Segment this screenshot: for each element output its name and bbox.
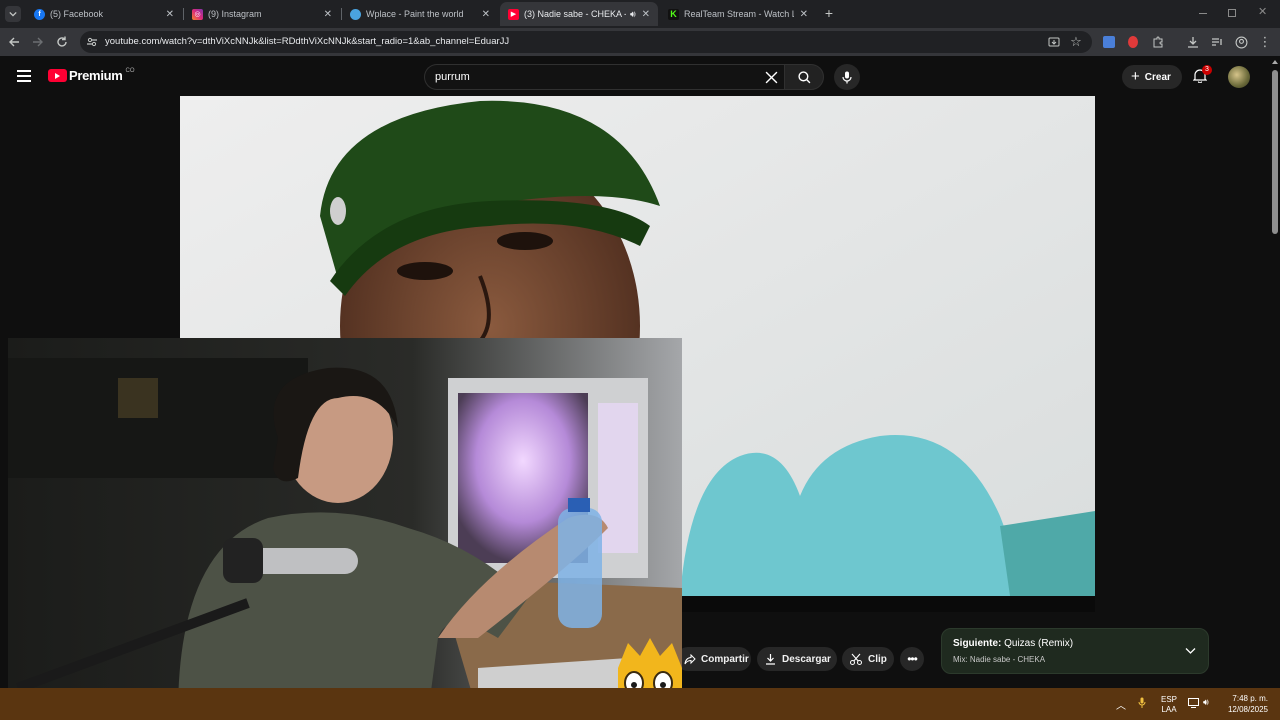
language-indicator[interactable]: ESP LAA [1161,695,1177,715]
close-icon[interactable]: ✕ [642,9,650,20]
share-icon [684,653,696,664]
clip-label: Clip [868,653,887,665]
create-label: Crear [1144,71,1171,83]
site-info-icon[interactable] [84,34,100,50]
more-horizontal-icon: ••• [907,652,918,666]
close-icon[interactable]: ✕ [800,9,808,20]
media-control-icon[interactable] [1209,34,1225,50]
clear-search-icon[interactable] [765,71,778,84]
speaker-icon[interactable]: 🔊︎ [630,9,636,20]
lang-bottom: LAA [1161,705,1177,714]
scrollbar-up-arrow[interactable] [1272,60,1278,64]
next-subtitle: Mix: Nadie sabe - CHEKA [953,655,1046,664]
youtube-logo[interactable]: Premium CO [48,68,135,83]
chevron-down-icon[interactable] [1185,647,1196,655]
lang-top: ESP [1161,695,1178,704]
tab-title: (9) Instagram [208,9,262,19]
webcam-video-image [8,338,682,714]
next-title: Quizas (Remix) [1004,638,1074,649]
logo-text: Premium [69,68,123,83]
download-icon [766,654,775,665]
download-label: Descargar [782,653,831,665]
clock[interactable]: 7:48 p. m. 12/08/2025 [1224,693,1268,715]
clock-date: 12/08/2025 [1227,705,1268,714]
browser-tab-strip: f (5) Facebook ✕ ◎ (9) Instagram ✕ Wplac… [0,0,1280,28]
kick-icon: K [668,8,679,20]
tab-title: RealTeam Stream - Watch Live [684,9,794,19]
search-text: purrum [435,71,470,83]
translate-extension-icon[interactable] [1101,34,1117,50]
more-actions-button[interactable]: ••• [900,647,924,671]
url-text: youtube.com/watch?v=dthViXcNNJk&list=RDd… [105,36,510,47]
new-tab-button[interactable]: + [821,5,837,21]
logo-region: CO [125,67,135,74]
instagram-icon: ◎ [192,8,203,20]
forward-arrow-icon[interactable] [30,34,46,50]
next-video-card[interactable]: Siguiente: Quizas (Remix) Mix: Nadie sab… [941,628,1209,674]
minimize-button[interactable] [1196,6,1210,20]
microphone-icon [842,71,852,83]
webcam-overlay [8,338,682,714]
search-button[interactable] [784,64,824,90]
maximize-button[interactable] [1228,9,1236,17]
tab-search-button[interactable] [5,6,21,22]
page-scrollbar[interactable] [1270,56,1280,688]
tab-title: (5) Facebook [50,9,104,19]
tab-title: (3) Nadie sabe - CHEKA - Y [524,9,626,19]
youtube-play-icon [48,69,67,82]
chevron-down-icon [9,11,17,17]
windows-taskbar [0,688,1280,720]
tab-title: Wplace - Paint the world [366,9,464,19]
share-label: Compartir [701,653,749,665]
next-label: Siguiente: [953,638,1002,649]
hamburger-menu-icon[interactable] [17,70,31,82]
close-window-button[interactable]: ✕ [1258,5,1267,18]
volume-icon[interactable]: 🔊︎ [1203,697,1209,708]
tab-youtube-active[interactable]: ▶ (3) Nadie sabe - CHEKA - Y 🔊︎ ✕ [500,2,658,26]
tab-instagram[interactable]: ◎ (9) Instagram ✕ [184,2,340,26]
wplace-icon [350,8,361,20]
extensions-puzzle-icon[interactable] [1150,34,1166,50]
tab-kick[interactable]: K RealTeam Stream - Watch Live ✕ [660,2,816,26]
install-app-icon[interactable] [1046,34,1062,50]
tab-wplace[interactable]: Wplace - Paint the world ✕ [342,2,498,26]
scrollbar-thumb[interactable] [1272,70,1278,234]
facebook-icon: f [34,8,45,20]
clock-time: 7:48 p. m. [1232,694,1268,703]
network-icon[interactable] [1188,698,1199,710]
notification-badge: 3 [1202,65,1212,75]
close-icon[interactable]: ✕ [324,9,332,20]
record-extension-icon[interactable] [1125,34,1141,50]
back-arrow-icon[interactable] [6,34,22,50]
plus-icon: + [1131,67,1140,85]
reload-icon[interactable] [54,34,70,50]
bookmark-star-icon[interactable]: ☆ [1068,34,1084,50]
chevron-up-icon[interactable]: ︿ [1116,697,1126,712]
create-button[interactable]: + Crear [1122,65,1182,89]
notifications-button[interactable]: 3 [1192,65,1212,84]
tab-facebook[interactable]: f (5) Facebook ✕ [26,2,182,26]
search-input[interactable]: purrum [424,64,784,90]
clip-button[interactable]: Clip [842,647,894,671]
scissors-icon [850,653,862,665]
browser-menu-icon[interactable]: ⋮ [1257,34,1273,50]
avatar[interactable] [1228,66,1250,88]
youtube-icon: ▶ [508,8,519,20]
voice-search-button[interactable] [834,64,860,90]
downloads-icon[interactable] [1185,34,1201,50]
close-icon[interactable]: ✕ [482,9,490,20]
close-icon[interactable]: ✕ [166,9,174,20]
search-icon [797,70,810,83]
profile-icon[interactable] [1233,34,1249,50]
microphone-tray-icon[interactable] [1138,697,1146,711]
download-button[interactable]: Descargar [757,647,837,671]
share-button[interactable]: Compartir [676,647,751,671]
